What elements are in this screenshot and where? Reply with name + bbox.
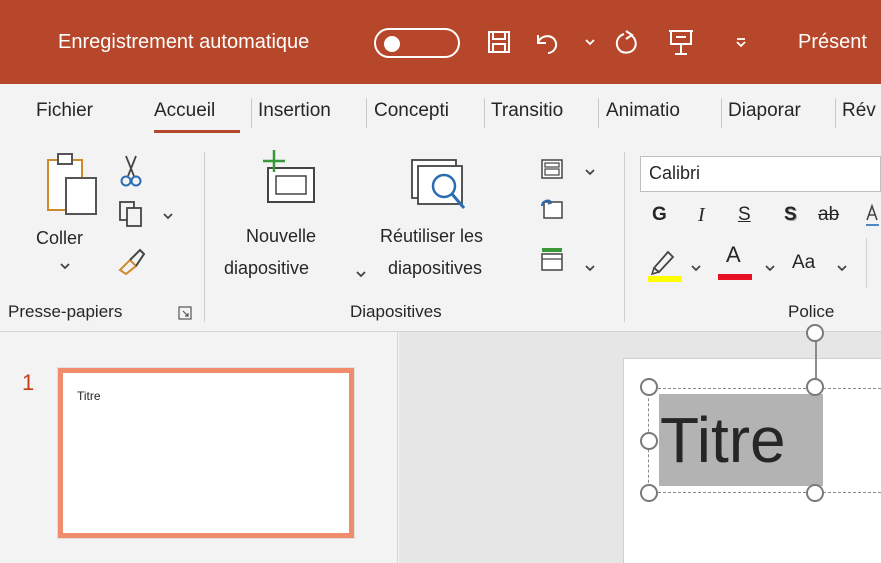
tab-accueil[interactable]: Accueil — [154, 100, 215, 122]
tab-divider — [835, 98, 836, 128]
tab-divider — [598, 98, 599, 128]
resize-handle-bottom-left[interactable] — [640, 484, 658, 502]
paste-dropdown-icon[interactable] — [59, 258, 71, 276]
tab-animations[interactable]: Animatio — [606, 100, 718, 122]
resize-handle-top-left[interactable] — [640, 378, 658, 396]
group-separator — [624, 152, 625, 322]
change-case-button[interactable]: Aa — [792, 252, 815, 274]
copy-icon[interactable] — [118, 200, 146, 233]
present-icon[interactable] — [668, 0, 694, 84]
layout-icon[interactable] — [540, 158, 564, 185]
tab-divider — [251, 98, 252, 128]
toggle-knob — [384, 36, 400, 52]
resize-handle-top-middle[interactable] — [806, 378, 824, 396]
font-group-label: Police — [788, 302, 835, 321]
highlight-dropdown-icon[interactable] — [690, 260, 702, 278]
shadow-button[interactable]: S — [784, 204, 797, 226]
tab-fichier[interactable]: Fichier — [36, 100, 93, 122]
cut-icon[interactable] — [118, 154, 144, 193]
rotation-handle[interactable] — [806, 324, 824, 342]
new-slide-dropdown-icon[interactable] — [355, 266, 367, 284]
autosave-toggle[interactable] — [374, 28, 460, 58]
ribbon-tabs: Fichier Accueil Insertion Concepti Trans… — [0, 84, 881, 142]
new-slide-label[interactable]: Nouvelle — [246, 226, 316, 247]
customize-qat-icon[interactable] — [734, 0, 748, 84]
new-slide-icon[interactable] — [258, 148, 320, 213]
tab-transitions[interactable]: Transitio — [491, 100, 592, 122]
font-color-letter[interactable]: A — [726, 242, 741, 268]
tab-divider — [721, 98, 722, 128]
title-bar: Enregistrement automatique Présent — [0, 0, 881, 84]
undo-dropdown-icon[interactable] — [584, 0, 596, 84]
clipboard-group-label: Presse-papiers — [8, 302, 123, 321]
highlight-icon[interactable] — [648, 246, 682, 287]
app-title: Présent — [798, 30, 867, 53]
tab-conception[interactable]: Concepti — [374, 100, 480, 122]
reuse-slides-label[interactable]: Réutiliser les — [380, 226, 483, 247]
underline-button[interactable]: S — [738, 204, 751, 226]
font-name-field[interactable]: Calibri — [640, 156, 881, 192]
undo-icon[interactable] — [532, 0, 562, 84]
reuse-slides-icon[interactable] — [408, 156, 470, 223]
slide-thumbnail[interactable]: Titre — [57, 367, 355, 539]
autosave-label: Enregistrement automatique — [58, 30, 310, 53]
slide-number: 1 — [22, 370, 35, 395]
group-separator — [204, 152, 205, 322]
italic-button[interactable]: I — [698, 204, 705, 227]
layout-dropdown-icon[interactable] — [584, 164, 596, 182]
active-tab-indicator — [154, 130, 240, 133]
paste-label[interactable]: Coller — [36, 228, 83, 249]
save-icon[interactable] — [486, 0, 512, 84]
reset-slide-icon[interactable] — [540, 198, 564, 225]
tab-diaporama[interactable]: Diaporar — [728, 100, 832, 122]
format-painter-icon[interactable] — [116, 246, 146, 281]
group-separator — [866, 238, 867, 288]
thumbnail-title: Titre — [77, 389, 101, 403]
character-spacing-icon[interactable] — [864, 202, 881, 233]
tab-divider — [484, 98, 485, 128]
strikethrough-button[interactable]: ab — [818, 204, 839, 226]
paste-icon[interactable] — [42, 152, 106, 229]
slide-thumbnail-pane: 1 Titre — [0, 332, 398, 563]
copy-dropdown-icon[interactable] — [162, 208, 174, 226]
new-slide-label-2[interactable]: diapositive — [224, 258, 309, 279]
change-case-dropdown-icon[interactable] — [836, 260, 848, 278]
resize-handle-bottom-middle[interactable] — [806, 484, 824, 502]
font-color-dropdown-icon[interactable] — [764, 260, 776, 278]
slide-title-text[interactable]: Titre — [660, 398, 786, 482]
bold-button[interactable]: G — [652, 204, 667, 226]
slides-group-label: Diapositives — [350, 302, 442, 321]
section-icon[interactable] — [540, 246, 564, 277]
tab-divider — [366, 98, 367, 128]
tab-insertion[interactable]: Insertion — [258, 100, 331, 122]
section-dropdown-icon[interactable] — [584, 260, 596, 278]
ribbon: Coller Presse-papiers Nouvelle diapositi… — [0, 142, 881, 332]
tab-revision[interactable]: Rév — [842, 100, 881, 122]
resize-handle-middle-left[interactable] — [640, 432, 658, 450]
redo-icon[interactable] — [612, 0, 640, 84]
clipboard-launcher-icon[interactable] — [178, 306, 192, 325]
reuse-slides-label-2[interactable]: diapositives — [388, 258, 482, 279]
font-color-swatch — [718, 274, 752, 280]
